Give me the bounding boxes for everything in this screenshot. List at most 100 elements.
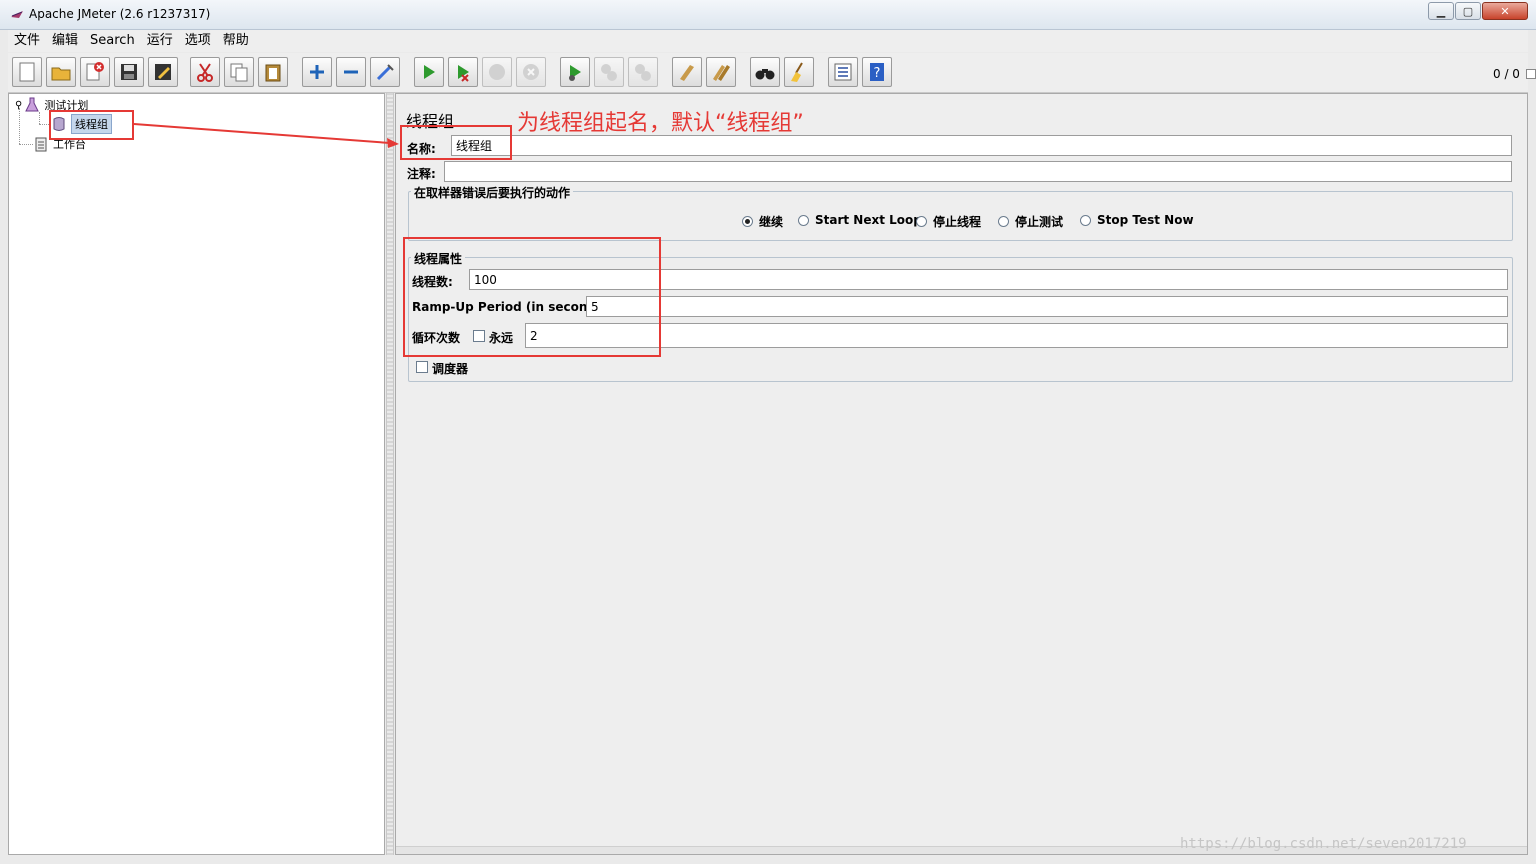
collapse-icon [344, 70, 358, 74]
clear-icon [680, 65, 694, 81]
radio-stop-test[interactable]: 停止测试 [998, 213, 1063, 230]
remote-shutdown-button[interactable] [628, 57, 658, 87]
radio-dot [1080, 214, 1091, 226]
menu-help[interactable]: 帮助 [217, 30, 255, 52]
open-button[interactable] [46, 57, 76, 87]
help-icon: ? [870, 63, 884, 81]
cut-icon [197, 63, 213, 82]
menu-run[interactable]: 运行 [141, 30, 179, 52]
shutdown-icon [523, 64, 539, 80]
start-icon [424, 65, 435, 79]
scheduler-label: 调度器 [432, 362, 469, 376]
expand-icon [310, 65, 324, 79]
remote-start-icon [569, 65, 581, 81]
active-threads-counter: 0 / 0 [1493, 67, 1520, 81]
remote-shutdown-icon [635, 64, 651, 81]
flask-icon [25, 97, 40, 112]
rampup-input[interactable] [586, 296, 1508, 317]
window-title: Apache JMeter (2.6 r1237317) [29, 7, 211, 21]
radio-dot [742, 216, 753, 227]
svg-text:?: ? [874, 66, 881, 81]
remote-stop-icon [601, 64, 617, 81]
remote-start-button[interactable] [560, 57, 590, 87]
radio-label: 停止线程 [933, 215, 982, 229]
thread-group-editor: 线程组 为线程组起名，默认“线程组” 名称: 注释: 在取样器错误后要执行的动作… [395, 93, 1528, 855]
clear-all-icon [713, 65, 730, 81]
clipboard-icon [35, 137, 47, 152]
shutdown-button[interactable] [516, 57, 546, 87]
title-bar: Apache JMeter (2.6 r1237317) ▁ ▢ ✕ [0, 0, 1536, 30]
menu-bar: 文件 编辑 Search 运行 选项 帮助 [8, 30, 1528, 52]
reset-search-button[interactable] [784, 57, 814, 87]
menu-options[interactable]: 选项 [179, 30, 217, 52]
minimize-icon: ▁ [1436, 4, 1446, 18]
maximize-icon: ▢ [1462, 4, 1474, 18]
binoculars-icon [755, 69, 775, 80]
menu-file[interactable]: 文件 [8, 30, 46, 52]
open-icon [51, 67, 71, 81]
annotation-highlight-tree [49, 110, 134, 140]
close-icon: ✕ [1500, 4, 1510, 18]
start-button[interactable] [414, 57, 444, 87]
expand-button[interactable] [302, 57, 332, 87]
scheduler-checkbox[interactable] [416, 361, 428, 373]
cut-button[interactable] [190, 57, 220, 87]
remote-stop-button[interactable] [594, 57, 624, 87]
error-action-title: 在取样器错误后要执行的动作 [411, 184, 574, 201]
new-button[interactable] [12, 57, 42, 87]
clear-all-button[interactable] [706, 57, 736, 87]
copy-icon [230, 63, 248, 82]
close-file-icon [86, 62, 104, 81]
menu-edit[interactable]: 编辑 [46, 30, 84, 52]
start-no-pause-icon [458, 65, 469, 82]
radio-dot [916, 216, 927, 227]
paste-icon [265, 64, 281, 82]
toggle-button[interactable] [370, 57, 400, 87]
collapse-button[interactable] [336, 57, 366, 87]
radio-label: Start Next Loop [815, 213, 922, 227]
save-as-button[interactable] [148, 57, 178, 87]
minimize-button[interactable]: ▁ [1428, 2, 1454, 20]
search-button[interactable] [750, 57, 780, 87]
error-indicator [1526, 69, 1536, 79]
list-icon [834, 63, 852, 81]
radio-stop-thread[interactable]: 停止线程 [916, 213, 981, 230]
radio-label: 停止测试 [1015, 215, 1064, 229]
comment-label: 注释: [407, 167, 436, 181]
function-helper-button[interactable] [828, 57, 858, 87]
test-tree-panel: ⚲ 测试计划 线程组 工作台 [8, 93, 385, 855]
tree-expand-icon[interactable]: ⚲ [15, 100, 22, 111]
toolbar: ? 0 / 0 [8, 53, 1536, 93]
save-button[interactable] [114, 57, 144, 87]
stop-button[interactable] [482, 57, 512, 87]
jmeter-feather-icon [11, 11, 23, 18]
annotation-text: 为线程组起名，默认“线程组” [517, 111, 804, 136]
save-icon [121, 64, 137, 80]
split-pane-divider[interactable] [386, 93, 394, 855]
toggle-icon [376, 64, 394, 81]
watermark: https://blog.csdn.net/seven2017219 [1180, 836, 1467, 852]
help-button[interactable]: ? [862, 57, 892, 87]
annotation-highlight-name [400, 125, 512, 160]
save-as-icon [155, 64, 171, 80]
loop-count-input[interactable] [525, 323, 1508, 348]
broom-icon [791, 62, 803, 82]
paste-button[interactable] [258, 57, 288, 87]
radio-stop-test-now[interactable]: Stop Test Now [1080, 213, 1194, 227]
stop-icon [489, 64, 505, 80]
clear-button[interactable] [672, 57, 702, 87]
copy-button[interactable] [224, 57, 254, 87]
name-input[interactable] [451, 135, 1512, 156]
menu-search[interactable]: Search [84, 30, 141, 52]
close-window-button[interactable]: ✕ [1482, 2, 1528, 20]
radio-dot [998, 216, 1009, 227]
maximize-button[interactable]: ▢ [1455, 2, 1481, 20]
close-file-button[interactable] [80, 57, 110, 87]
radio-label: Stop Test Now [1097, 213, 1194, 227]
new-icon [19, 62, 35, 82]
radio-start-next-loop[interactable]: Start Next Loop [798, 213, 922, 227]
radio-dot [798, 214, 809, 226]
radio-continue[interactable]: 继续 [742, 213, 783, 230]
comment-input[interactable] [444, 161, 1512, 182]
start-no-pause-button[interactable] [448, 57, 478, 87]
